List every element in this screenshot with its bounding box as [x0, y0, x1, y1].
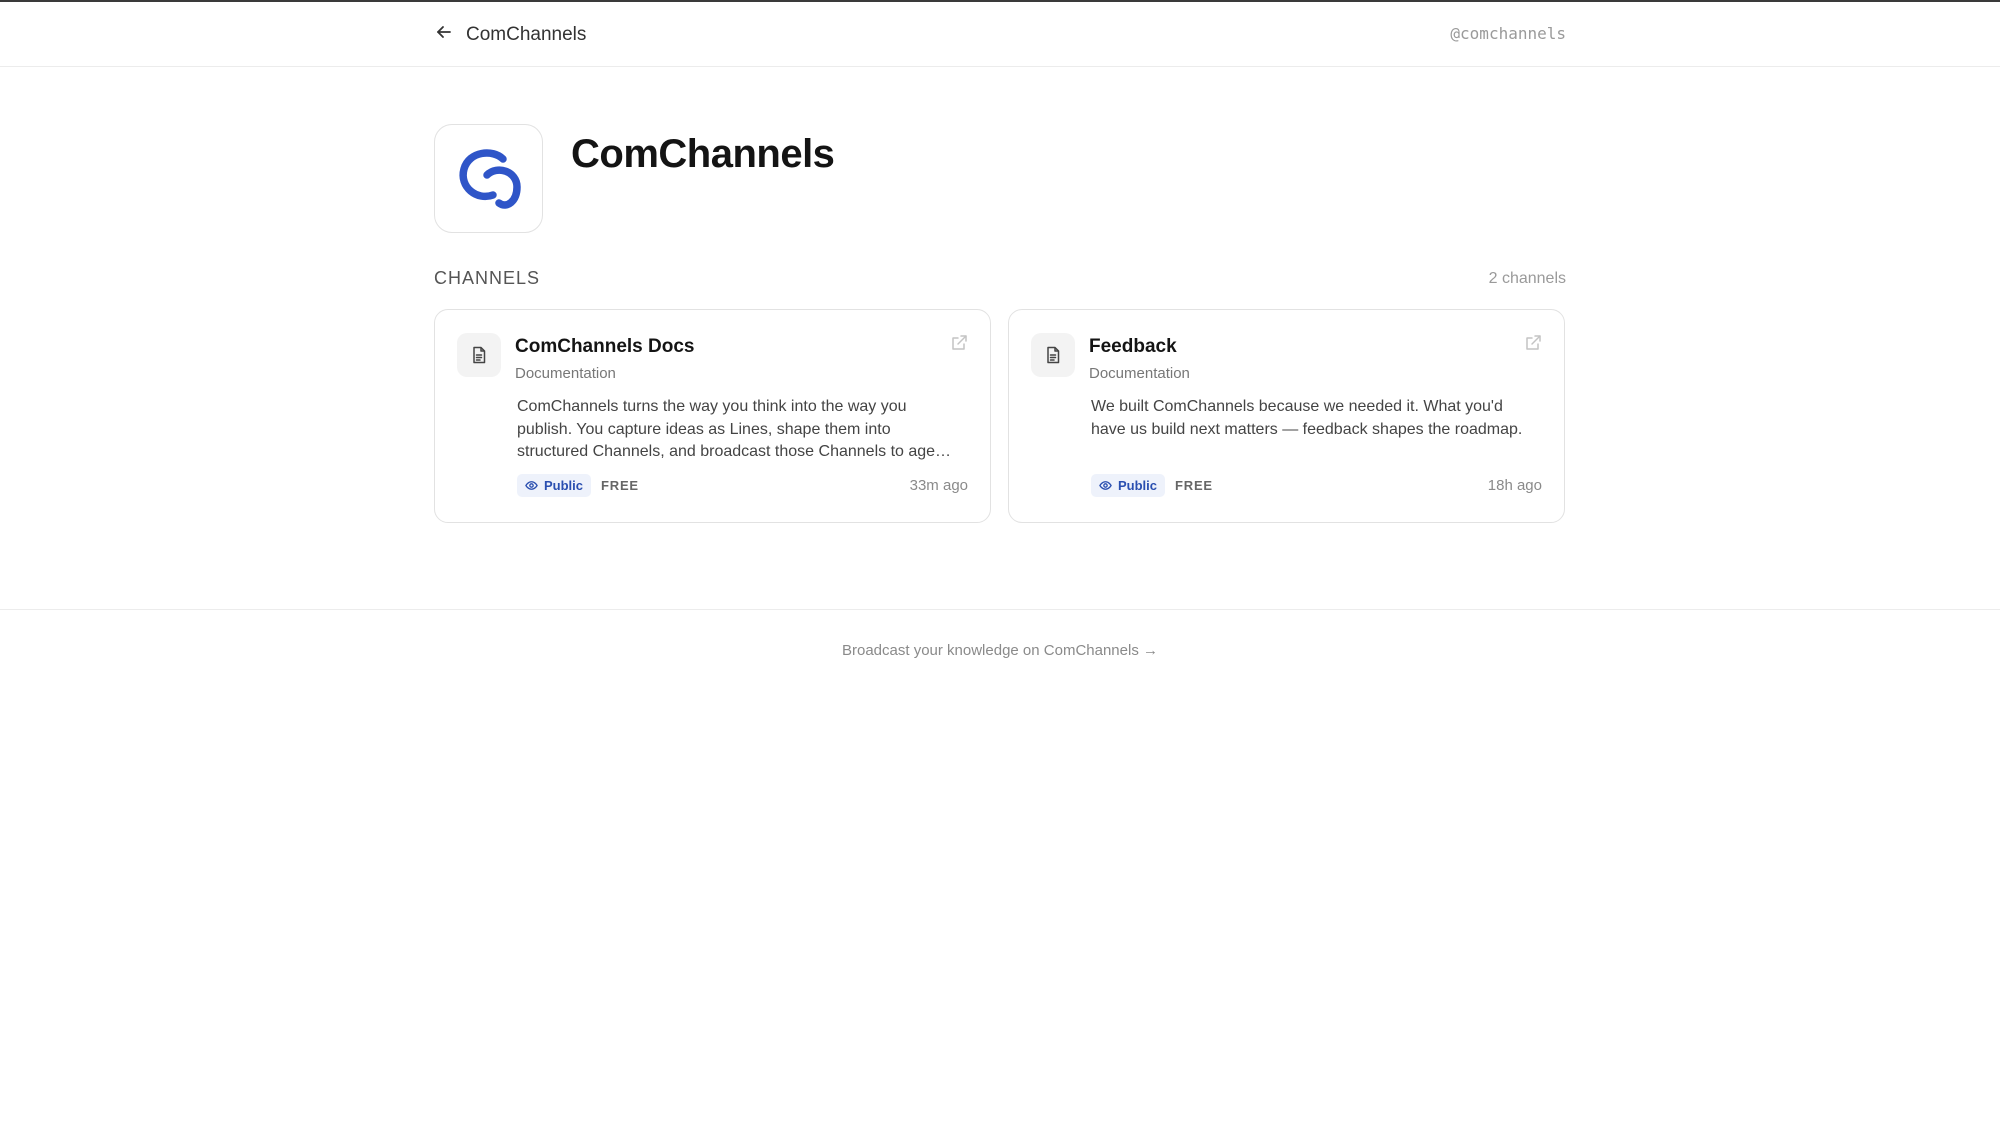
external-link-icon[interactable] — [950, 334, 968, 352]
back-link[interactable]: ComChannels — [434, 22, 586, 48]
back-link-label: ComChannels — [466, 24, 587, 45]
channel-title: Feedback — [1089, 336, 1177, 357]
visibility-label: Public — [1118, 478, 1158, 493]
visibility-badge: Public — [1091, 474, 1166, 497]
channel-list: ComChannels Docs Documentation ComChanne… — [434, 309, 1566, 523]
price-label: FREE — [1175, 478, 1213, 493]
page: ComChannels @comchannels ComChannels CHA… — [0, 0, 2000, 1133]
channel-meta: Public FREE 33m ago — [517, 474, 968, 497]
channel-description: We built ComChannels because we needed i… — [1091, 398, 1523, 438]
channel-type: Documentation — [515, 365, 616, 382]
external-link-icon[interactable] — [1524, 334, 1542, 352]
visibility-label: Public — [544, 478, 584, 493]
profile-handle: @comchannels — [1450, 24, 1566, 43]
channel-meta: Public FREE 18h ago — [1091, 474, 1542, 497]
visibility-badge: Public — [517, 474, 592, 497]
channel-type: Documentation — [1089, 365, 1190, 382]
updated-time: 33m ago — [909, 477, 968, 494]
channel-description: ComChannels turns the way you think into… — [517, 398, 957, 460]
profile-logo — [434, 124, 543, 233]
comchannels-logo-icon — [458, 148, 521, 209]
channels-header: CHANNELS 2 channels — [434, 268, 1566, 289]
channel-card[interactable]: ComChannels Docs Documentation ComChanne… — [434, 309, 991, 523]
updated-time: 18h ago — [1487, 477, 1542, 494]
top-nav: ComChannels @comchannels — [0, 2, 2000, 67]
price-label: FREE — [601, 478, 639, 493]
footer-cta-link[interactable]: Broadcast your knowledge on ComChannels … — [0, 642, 2000, 659]
page-title: ComChannels — [571, 132, 835, 176]
channels-label: CHANNELS — [434, 268, 541, 288]
eye-icon — [525, 481, 538, 490]
footer-divider — [0, 609, 2000, 610]
document-icon — [457, 333, 501, 377]
channel-card[interactable]: Feedback Documentation We built ComChann… — [1008, 309, 1565, 523]
eye-icon — [1099, 481, 1112, 490]
profile-header: ComChannels — [434, 124, 835, 233]
channels-count: 2 channels — [1488, 269, 1566, 287]
arrow-left-icon — [434, 22, 454, 48]
channel-title: ComChannels Docs — [515, 336, 695, 357]
document-icon — [1031, 333, 1075, 377]
